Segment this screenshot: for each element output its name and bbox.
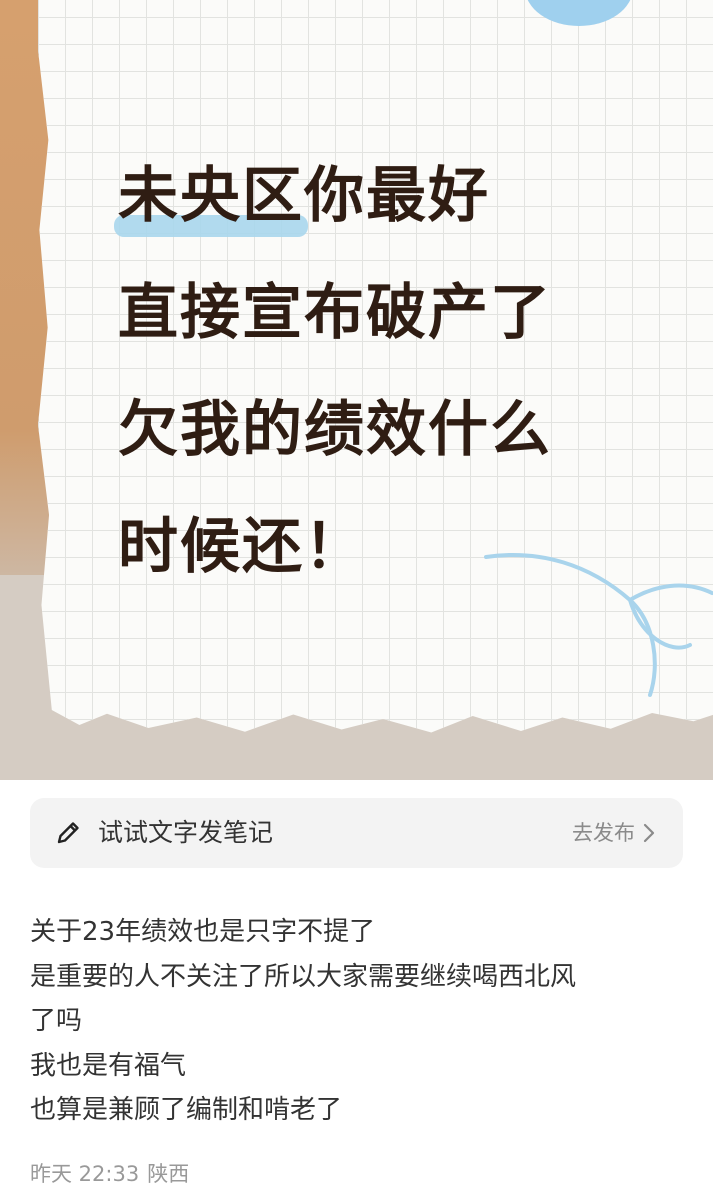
post-cover-image[interactable]: 未央区你最好 直接宣布破产了 欠我的绩效什么 时候还！ <box>0 0 713 780</box>
post-time: 昨天 22:33 <box>30 1162 140 1186</box>
post-body: 关于23年绩效也是只字不提了 是重要的人不关注了所以大家需要继续喝西北风 了吗 … <box>30 910 690 1133</box>
post-line: 关于23年绩效也是只字不提了 <box>30 917 376 947</box>
publish-prompt-text: 试试文字发笔记 <box>98 818 274 847</box>
post-location: 陕西 <box>147 1162 190 1186</box>
post-line: 是重要的人不关注了所以大家需要继续喝西北风 <box>30 961 577 992</box>
headline-line-1: 未央区你最好 <box>114 138 678 255</box>
pencil-icon <box>57 822 79 844</box>
try-text-note-bar[interactable]: 试试文字发笔记 去发布 <box>30 798 683 868</box>
cover-headline: 未央区你最好 直接宣布破产了 欠我的绩效什么 时候还！ <box>114 138 678 606</box>
post-line: 了吗 <box>30 1006 83 1036</box>
go-publish-link[interactable]: 去发布 <box>572 818 635 848</box>
post-line: 我也是有福气 <box>30 1050 187 1081</box>
post-meta: 昨天 22:33 陕西 <box>30 1157 197 1191</box>
headline-line-2: 直接宣布破产了 <box>118 278 552 348</box>
headline-line-3: 欠我的绩效什么 <box>118 395 552 465</box>
headline-highlight: 未央区 <box>114 138 308 255</box>
chevron-right-icon <box>643 823 655 843</box>
headline-line-4: 时候还！ <box>118 512 366 582</box>
post-line: 也算是兼顾了编制和啃老了 <box>30 1095 343 1125</box>
